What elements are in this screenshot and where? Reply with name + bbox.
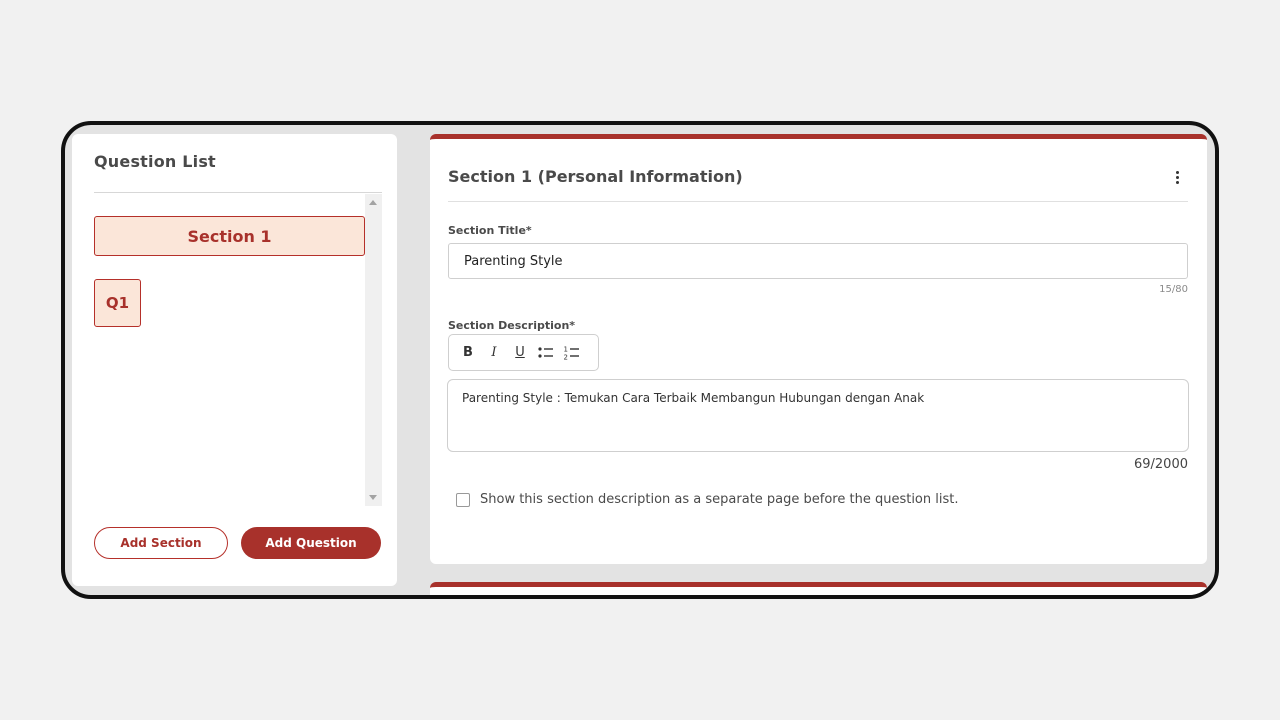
section-description-counter: 69/2000 <box>1133 457 1188 472</box>
section-description-label: Section Description* <box>448 319 576 332</box>
scrollbar[interactable] <box>365 194 382 506</box>
divider <box>94 192 382 193</box>
question-list-scroll-area: Section 1 Q1 <box>94 194 382 506</box>
italic-icon[interactable]: I <box>485 344 503 362</box>
separate-page-option[interactable]: Show this section description as a separ… <box>456 492 959 507</box>
app-frame: Question List Section 1 Q1 Add Section A… <box>61 121 1219 599</box>
question-list-title: Question List <box>94 152 216 171</box>
separate-page-checkbox[interactable] <box>456 492 470 507</box>
svg-text:1: 1 <box>564 346 568 354</box>
question-chip[interactable]: Q1 <box>94 279 141 327</box>
section-title-input[interactable]: Parenting Style <box>448 243 1188 279</box>
underline-icon[interactable]: U <box>511 344 529 362</box>
more-options-icon[interactable] <box>1176 171 1180 185</box>
scroll-down-icon[interactable] <box>369 495 377 500</box>
svg-text:2: 2 <box>564 354 568 362</box>
numbered-list-icon[interactable]: 1 2 <box>563 344 581 362</box>
section-description-editor[interactable]: Parenting Style : Temukan Cara Terbaik M… <box>447 379 1189 452</box>
scroll-up-icon[interactable] <box>369 200 377 205</box>
section-card-title: Section 1 (Personal Information) <box>448 167 743 186</box>
add-question-button[interactable]: Add Question <box>241 527 381 559</box>
section-card: Section 1 (Personal Information) Section… <box>430 134 1207 564</box>
separate-page-label: Show this section description as a separ… <box>480 492 959 507</box>
bold-icon[interactable]: B <box>459 344 477 362</box>
formatting-toolbar: B I U 1 2 <box>448 334 599 371</box>
add-section-button[interactable]: Add Section <box>94 527 228 559</box>
section-chip[interactable]: Section 1 <box>94 216 365 256</box>
section-title-label: Section Title* <box>448 224 532 237</box>
divider <box>448 201 1188 202</box>
bullet-list-icon[interactable] <box>537 344 555 362</box>
next-section-card <box>430 582 1207 595</box>
question-list-panel: Question List Section 1 Q1 Add Section A… <box>72 134 397 586</box>
section-title-counter: 15/80 <box>1159 284 1188 295</box>
